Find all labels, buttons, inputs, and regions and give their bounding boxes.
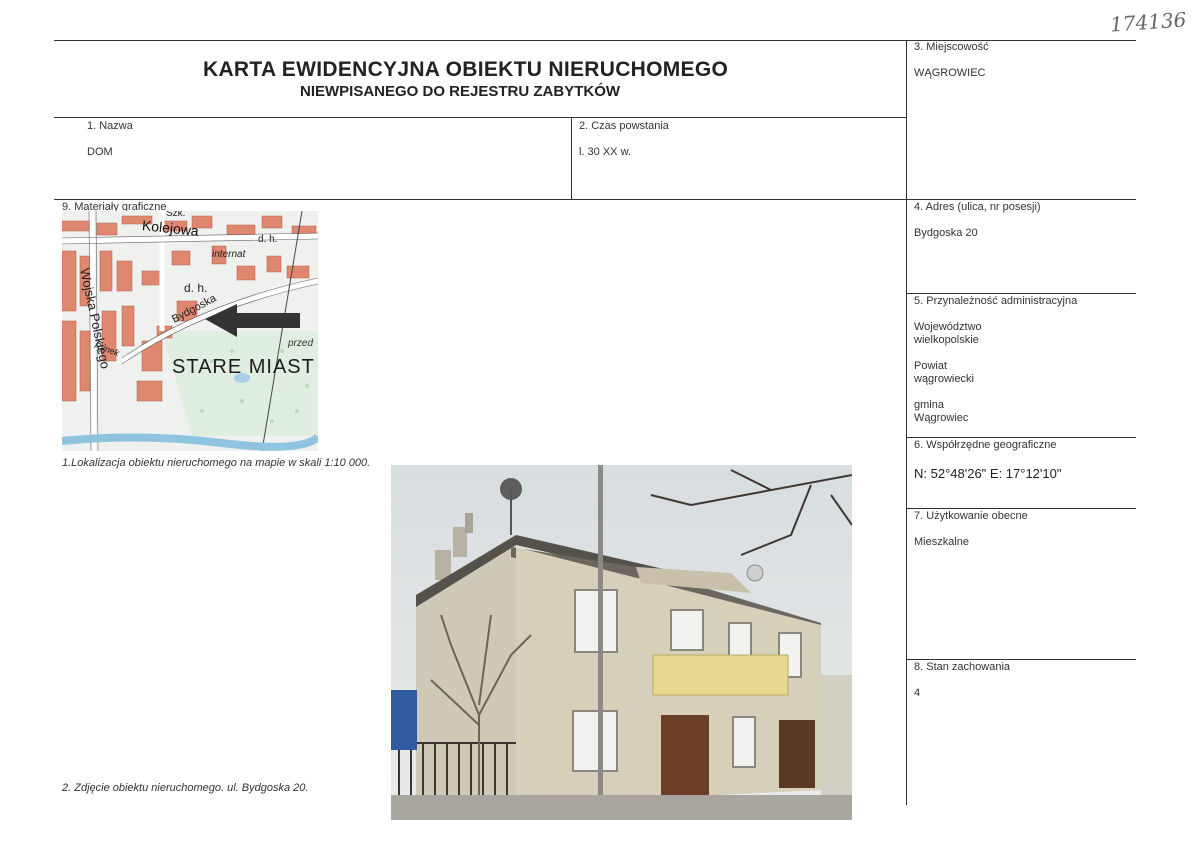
line-after-field-6 (906, 508, 1136, 509)
field-7-value: Mieszkalne (914, 536, 970, 548)
map-label-stare-miasto: STARE MIAST (172, 356, 315, 378)
field-8-label: 8. Stan zachowania (914, 661, 1011, 673)
field-6-value: N: 52°48'26" E: 17°12'10" (914, 466, 1062, 481)
field-1-value: DOM (87, 146, 113, 158)
location-map: Szk. Kolejowa d. h. internat d. h. Bydgo… (62, 211, 318, 451)
county-value: wągrowiecki (914, 373, 974, 385)
title-bottom-line (54, 117, 906, 118)
map-label-dh-1: d. h. (258, 234, 278, 245)
document-title: KARTA EWIDENCYJNA OBIEKTU NIERUCHOMEGO (203, 58, 729, 81)
field-2-value: l. 30 XX w. (579, 146, 631, 158)
line-after-field-7 (906, 659, 1136, 660)
voivodeship-value: wielkopolskie (914, 334, 979, 346)
field-1-label: 1. Nazwa (87, 120, 133, 132)
field-8-value: 4 (914, 687, 921, 699)
row1-bottom-line (54, 199, 1136, 200)
map-label-internat: internat (212, 249, 246, 260)
commune-value: Wągrowiec (914, 412, 969, 424)
right-column-divider (906, 40, 907, 805)
col-divider-1-2 (571, 117, 572, 199)
field-5-label: 5. Przynależność administracyjna (914, 295, 1078, 307)
field-7-label: 7. Użytkowanie obecne (914, 510, 1028, 522)
photo-caption: 2. Zdjęcie obiektu nieruchomego. ul. Byd… (62, 782, 309, 794)
field-3-label: 3. Miejscowość (914, 41, 989, 53)
map-caption: 1.Lokalizacja obiektu nieruchomego na ma… (62, 457, 371, 469)
line-after-field-4 (906, 293, 1136, 294)
map-label-przed: przed (288, 338, 314, 349)
line-after-field-5 (906, 437, 1136, 438)
field-4-value: Bydgoska 20 (914, 227, 978, 239)
document-subtitle: NIEWPISANEGO DO REJESTRU ZABYTKÓW (300, 83, 621, 100)
handwritten-archive-number: 174136 (1109, 7, 1188, 37)
map-label-dh-2: d. h. (184, 281, 208, 295)
field-2-label: 2. Czas powstania (579, 120, 669, 132)
county-label: Powiat (914, 360, 948, 372)
field-3-value: WĄGROWIEC (914, 67, 986, 79)
building-photo (391, 465, 852, 820)
voivodeship-label: Województwo (914, 321, 982, 333)
map-label-szk: Szk. (166, 211, 186, 219)
field-6-label: 6. Współrzędne geograficzne (914, 439, 1057, 451)
field-4-label: 4. Adres (ulica, nr posesji) (914, 201, 1041, 213)
commune-label: gmina (914, 399, 944, 411)
